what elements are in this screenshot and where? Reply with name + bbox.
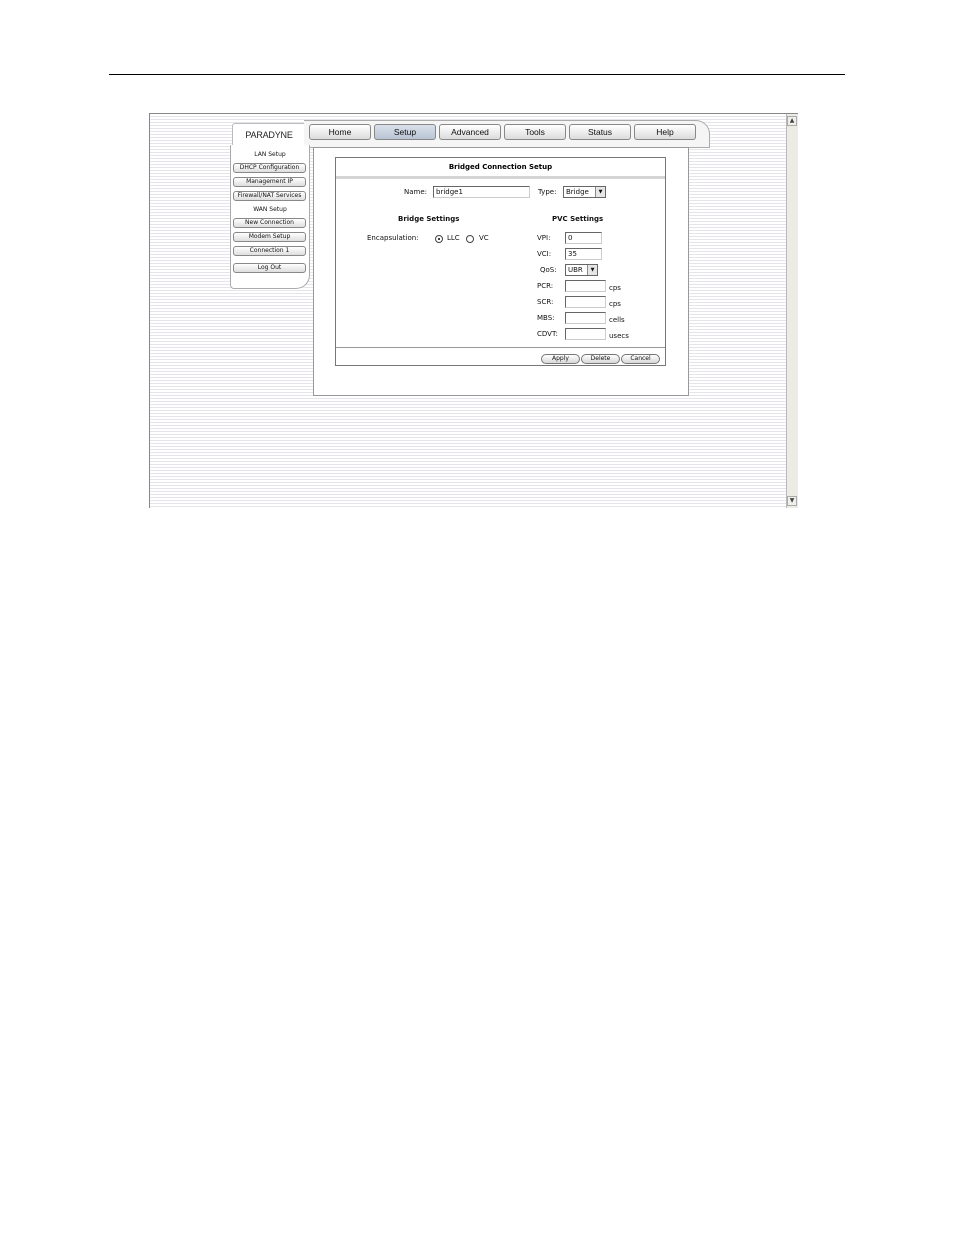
encap-llc-radio[interactable] [435,235,443,243]
tab-status[interactable]: Status [569,124,631,140]
sidebar-heading-lan: LAN Setup [254,151,286,158]
name-label: Name: [404,188,428,196]
mbs-unit: cells [609,316,625,324]
sidebar-item-dhcp-configuration[interactable]: DHCP Configuration [233,163,306,173]
vertical-scrollbar[interactable]: ▲ ▼ [786,114,798,508]
qos-label: QoS: [540,266,557,274]
type-select-value: Bridge [566,188,589,196]
scr-input[interactable] [565,296,606,308]
type-label: Type: [538,188,557,196]
sidebar-item-new-connection[interactable]: New Connection [233,218,306,228]
pcr-label: PCR: [537,282,554,290]
apply-button[interactable]: Apply [541,354,580,364]
tab-setup[interactable]: Setup [374,124,436,140]
mbs-label: MBS: [537,314,555,322]
tab-home[interactable]: Home [309,124,371,140]
name-input[interactable]: bridge1 [433,186,530,198]
actions-divider [336,347,665,348]
arrow-up-icon[interactable]: ▲ [787,116,797,126]
sidebar: LAN Setup DHCP Configuration Management … [230,145,310,289]
sidebar-heading-wan: WAN Setup [253,206,287,213]
log-out-button[interactable]: Log Out [233,263,306,273]
scr-unit: cps [609,300,621,308]
sidebar-item-connection-1[interactable]: Connection 1 [233,246,306,256]
sidebar-item-management-ip[interactable]: Management IP [233,177,306,187]
browser-viewport: PARADYNE Home Setup Advanced Tools Statu… [149,113,798,508]
title-divider [336,176,665,179]
vci-label: VCI: [537,250,552,258]
sidebar-item-modem-setup[interactable]: Modem Setup [233,232,306,242]
tab-advanced[interactable]: Advanced [439,124,501,140]
type-select[interactable]: Bridge ▼ [563,186,606,198]
chevron-down-icon: ▼ [595,187,605,197]
page-header-rule [109,74,845,75]
encap-vc-label: VC [479,234,489,242]
paradyne-logo: PARADYNE [232,123,306,147]
cdvt-unit: usecs [609,332,629,340]
bridged-connection-panel: Bridged Connection Setup Name: bridge1 T… [335,157,666,366]
pcr-unit: cps [609,284,621,292]
qos-select-value: UBR [568,266,583,274]
encapsulation-label: Encapsulation: [367,234,419,242]
vci-input[interactable]: 35 [565,248,602,260]
delete-button[interactable]: Delete [581,354,620,364]
scr-label: SCR: [537,298,554,306]
cancel-button[interactable]: Cancel [621,354,660,364]
content-area: Bridged Connection Setup Name: bridge1 T… [313,147,689,396]
cdvt-input[interactable] [565,328,606,340]
sidebar-item-firewall-nat-services[interactable]: Firewall/NAT Services [233,191,306,201]
tab-help[interactable]: Help [634,124,696,140]
pvc-settings-heading: PVC Settings [552,215,604,223]
vpi-label: VPI: [537,234,551,242]
cdvt-label: CDVT: [537,330,558,338]
chevron-down-icon: ▼ [587,265,597,275]
pcr-input[interactable] [565,280,606,292]
vpi-input[interactable]: 0 [565,232,602,244]
qos-select[interactable]: UBR ▼ [565,264,598,276]
tab-tools[interactable]: Tools [504,124,566,140]
encap-vc-radio[interactable] [466,235,474,243]
mbs-input[interactable] [565,312,606,324]
panel-title: Bridged Connection Setup [448,163,553,171]
encap-llc-label: LLC [447,234,460,242]
arrow-down-icon[interactable]: ▼ [787,496,797,506]
bridge-settings-heading: Bridge Settings [398,215,460,223]
